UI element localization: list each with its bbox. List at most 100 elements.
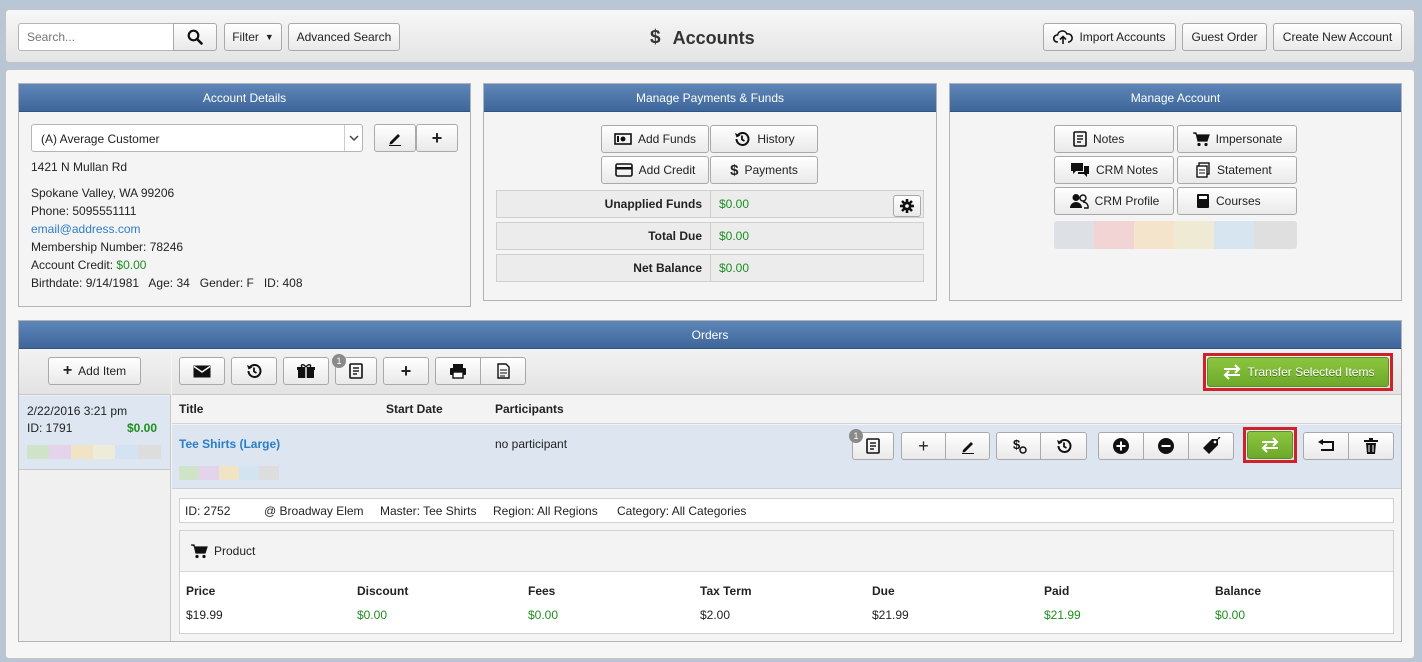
add-funds-button[interactable]: Add Funds	[601, 125, 709, 153]
add-item-button[interactable]: + Add Item	[48, 357, 141, 385]
order-total: $0.00	[127, 421, 158, 435]
history-icon	[247, 364, 262, 378]
history-button[interactable]: History	[710, 125, 818, 153]
tag-icon	[1203, 437, 1221, 454]
search-input[interactable]	[18, 23, 174, 51]
crm-notes-button[interactable]: CRM Notes	[1054, 156, 1174, 184]
item-title-link[interactable]: Tee Shirts (Large)	[179, 437, 280, 451]
search-button[interactable]	[173, 23, 217, 51]
account-credit-label: Account Credit:	[31, 258, 114, 272]
filter-button[interactable]: Filter ▼	[224, 23, 282, 51]
item-decrease-button[interactable]	[1143, 432, 1189, 460]
item-history-button[interactable]	[1040, 432, 1087, 460]
fees-header: Fees	[528, 584, 556, 598]
paid-value: $21.99	[1044, 608, 1081, 622]
price-value: $19.99	[186, 608, 223, 622]
transfer-icon	[1261, 437, 1279, 453]
unapplied-funds-row: Unapplied Funds $0.00	[496, 190, 924, 218]
order-date: 2/22/2016 3:21 pm	[27, 404, 128, 418]
guest-order-label: Guest Order	[1191, 30, 1258, 44]
document-button[interactable]	[480, 357, 526, 385]
order-id: ID: 1791	[27, 421, 73, 435]
birthdate-text: Birthdate: 9/14/1981 Age: 34 Gender: F I…	[31, 276, 303, 290]
box-icon	[259, 466, 279, 480]
payments-button[interactable]: $ Payments	[710, 156, 818, 184]
search-icon	[187, 29, 203, 45]
item-edit-button[interactable]	[945, 432, 990, 460]
advanced-search-button[interactable]: Advanced Search	[288, 23, 400, 51]
gift-icon	[297, 364, 315, 378]
tag-red-icon	[1094, 221, 1134, 249]
item-add-button[interactable]: +	[901, 432, 946, 460]
item-notes-badge: 1	[849, 429, 863, 443]
notes-button[interactable]: Notes	[1054, 125, 1174, 153]
disabled-action-strip	[1054, 221, 1297, 249]
create-account-button[interactable]: Create New Account	[1273, 23, 1402, 51]
add-account-button[interactable]: +	[416, 124, 458, 152]
crm-notes-label: CRM Notes	[1095, 163, 1158, 177]
detail-category: Category: All Categories	[617, 504, 747, 518]
plus-icon: +	[400, 361, 412, 381]
item-discount-button[interactable]	[1188, 432, 1234, 460]
return-icon	[1318, 439, 1334, 451]
email-link[interactable]: email@address.com	[31, 222, 141, 236]
payments-label: Payments	[744, 163, 798, 177]
orders-header: Orders	[19, 321, 1401, 349]
cart-icon	[1192, 132, 1210, 147]
cart-icon	[191, 544, 208, 559]
detail-id: ID: 2752	[185, 504, 231, 518]
notes-label: Notes	[1093, 132, 1125, 146]
add-credit-button[interactable]: Add Credit	[601, 156, 709, 184]
impersonate-label: Impersonate	[1215, 132, 1283, 146]
address-line2: Spokane Valley, WA 99206	[31, 186, 175, 200]
crm-profile-label: CRM Profile	[1094, 194, 1160, 208]
transfer-selected-label: Transfer Selected Items	[1247, 365, 1375, 379]
unapplied-funds-label: Unapplied Funds	[497, 191, 711, 217]
advanced-search-label: Advanced Search	[296, 30, 392, 44]
item-return-button[interactable]	[1303, 432, 1349, 460]
edit-account-button[interactable]	[374, 124, 416, 152]
notes-count-badge: 1	[332, 354, 346, 368]
item-refund-button[interactable]: $	[996, 432, 1041, 460]
pencil-icon	[389, 134, 401, 146]
statement-button[interactable]: Statement	[1177, 156, 1297, 184]
print-button[interactable]	[435, 357, 481, 385]
order-history-button[interactable]	[231, 357, 277, 385]
customer-select[interactable]: (A) Average Customer	[31, 124, 363, 152]
impersonate-button[interactable]: Impersonate	[1177, 125, 1297, 153]
add-order-button[interactable]: +	[383, 357, 429, 385]
pencil-icon	[961, 442, 974, 454]
courses-button[interactable]: Courses	[1177, 187, 1297, 215]
detail-location: @ Broadway Elem	[264, 504, 364, 518]
account-details-header: Account Details	[19, 84, 470, 112]
item-disabled-strip	[179, 466, 279, 480]
settings-button[interactable]	[893, 195, 921, 217]
import-accounts-button[interactable]: Import Accounts	[1043, 23, 1176, 51]
dollar-icon: $	[730, 161, 739, 179]
plus-icon: +	[62, 362, 73, 379]
item-delete-button[interactable]	[1348, 432, 1394, 460]
total-due-row: Total Due $0.00	[496, 222, 924, 250]
manage-account-header: Manage Account	[950, 84, 1401, 112]
plus-circle-icon	[1113, 438, 1129, 454]
credit-card-icon	[614, 163, 633, 177]
guest-order-button[interactable]: Guest Order	[1182, 23, 1267, 51]
column-participants: Participants	[495, 402, 564, 416]
email-button[interactable]	[179, 357, 225, 385]
statement-icon	[1196, 162, 1210, 178]
item-increase-button[interactable]	[1098, 432, 1144, 460]
transfer-selected-button[interactable]: Transfer Selected Items	[1207, 357, 1389, 387]
manage-account-panel: Manage Account	[949, 83, 1402, 301]
dollar-icon: $	[650, 27, 661, 48]
item-transfer-button[interactable]	[1247, 431, 1293, 459]
add-item-label: Add Item	[78, 364, 127, 378]
fees-value: $0.00	[528, 608, 559, 622]
clipboard-icon	[1174, 221, 1214, 249]
gift-button[interactable]	[283, 357, 329, 385]
net-balance-label: Net Balance	[497, 255, 711, 281]
order-disabled-strip	[27, 445, 161, 459]
discount-value: $0.00	[357, 608, 388, 622]
membership-text: Membership Number: 78246	[31, 240, 184, 254]
crm-profile-button[interactable]: CRM Profile	[1054, 187, 1174, 215]
notes-icon	[866, 438, 880, 454]
